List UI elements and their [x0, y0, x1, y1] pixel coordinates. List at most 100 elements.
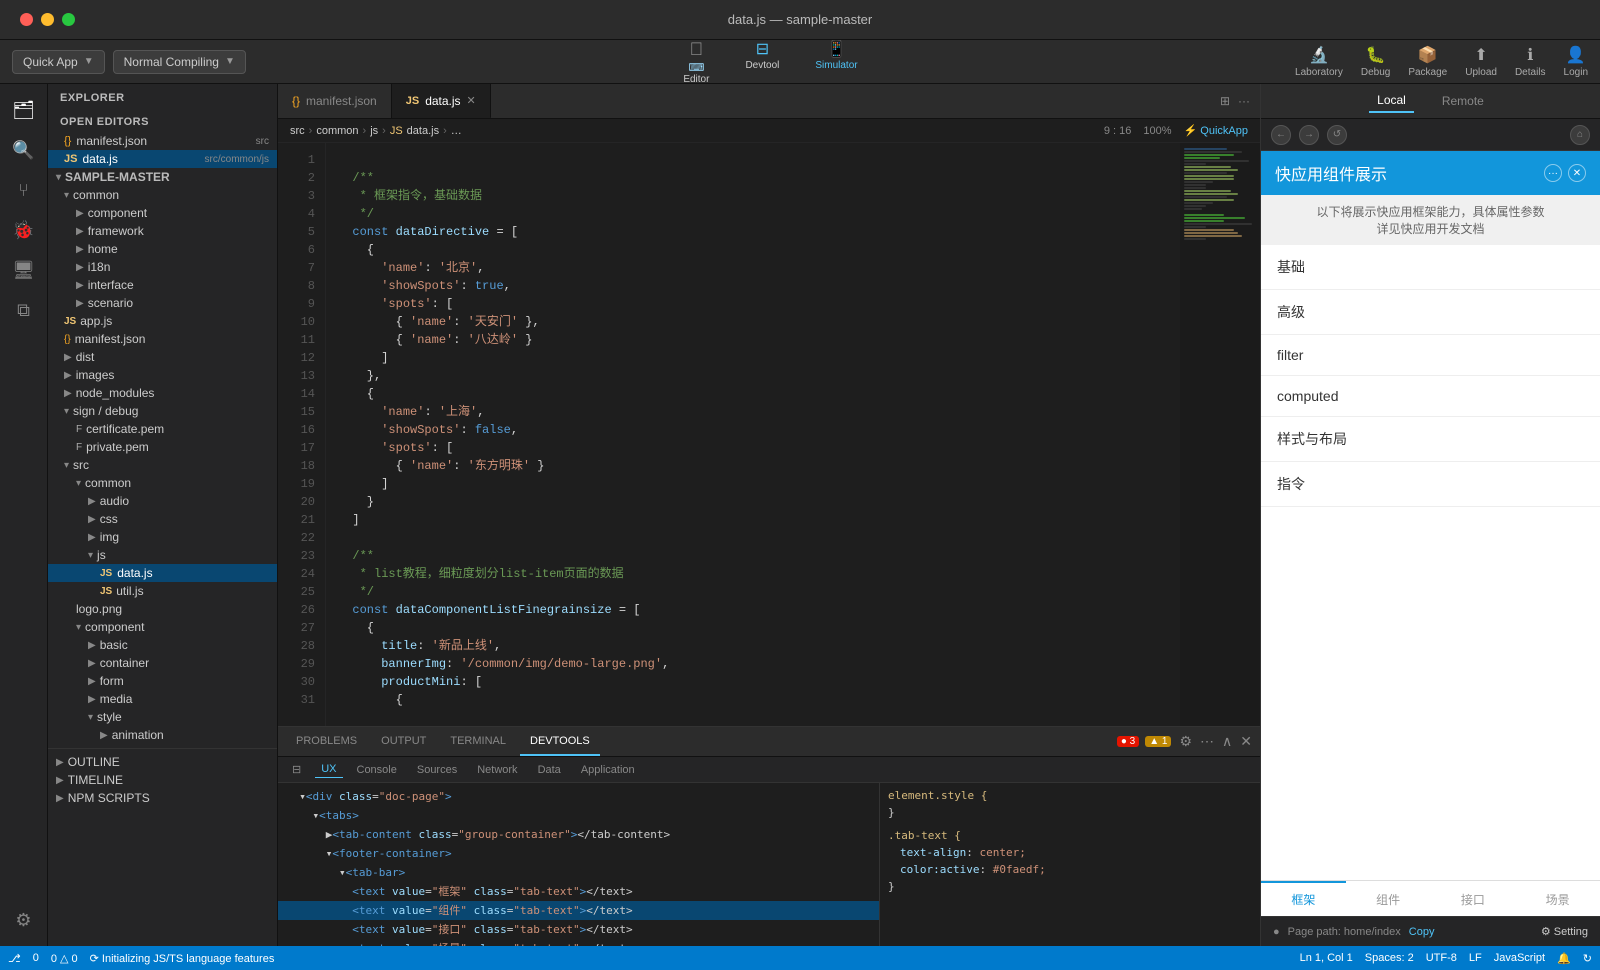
panel-tab-problems[interactable]: PROBLEMS: [286, 727, 367, 756]
tree-i18n[interactable]: ▶ i18n: [48, 258, 277, 276]
project-root[interactable]: ▾ SAMPLE-MASTER: [48, 168, 277, 186]
compiling-dropdown[interactable]: Normal Compiling ▼: [113, 50, 246, 74]
split-editor-icon[interactable]: ⊞: [1220, 94, 1230, 108]
tab-data-js[interactable]: JS data.js ✕: [392, 84, 491, 118]
devtools-tab-sources[interactable]: Sources: [411, 762, 463, 778]
panel-gear-icon[interactable]: ⚙: [1179, 733, 1192, 750]
tree-interface[interactable]: ▶ interface: [48, 276, 277, 294]
tree-animation[interactable]: ▶ animation: [48, 726, 277, 744]
tree-certificate[interactable]: F certificate.pem: [48, 420, 277, 438]
activity-debug[interactable]: 🐞: [6, 212, 42, 248]
activity-settings[interactable]: ⚙: [6, 902, 42, 938]
tree-media[interactable]: ▶ media: [48, 690, 277, 708]
package-action[interactable]: 📦 Package: [1408, 45, 1447, 78]
close-button[interactable]: [20, 13, 33, 26]
list-item-style[interactable]: 样式与布局: [1261, 417, 1600, 462]
debug-action[interactable]: 🐛 Debug: [1361, 45, 1390, 78]
panel-more-icon[interactable]: ⋯: [1200, 733, 1214, 750]
tab-editor[interactable]:  ⌨ Editor: [665, 35, 727, 89]
header-dot-more[interactable]: ···: [1544, 164, 1562, 182]
tree-dist[interactable]: ▶ dist: [48, 348, 277, 366]
tree-container[interactable]: ▶ container: [48, 654, 277, 672]
devtools-tab-console[interactable]: Console: [351, 762, 403, 778]
tree-home[interactable]: ▶ home: [48, 240, 277, 258]
list-item-computed[interactable]: computed: [1261, 376, 1600, 417]
tree-src-component[interactable]: ▾ component: [48, 618, 277, 636]
preview-refresh-button[interactable]: ↺: [1327, 125, 1347, 145]
devtools-tab-network[interactable]: Network: [471, 762, 523, 778]
tab-devtool[interactable]: ⊟ Devtool: [727, 35, 797, 89]
right-tab-remote[interactable]: Remote: [1434, 90, 1492, 112]
tab-simulator[interactable]: 📱 Simulator: [797, 35, 875, 89]
panel-tab-output[interactable]: OUTPUT: [371, 727, 436, 756]
tree-datajs[interactable]: JS data.js: [48, 564, 277, 582]
tree-logo[interactable]: logo.png: [48, 600, 277, 618]
upload-action[interactable]: ⬆ Upload: [1465, 45, 1497, 78]
list-item-advanced[interactable]: 高级: [1261, 290, 1600, 335]
quick-app-dropdown[interactable]: Quick App ▼: [12, 50, 105, 74]
more-actions-icon[interactable]: ···: [1238, 94, 1250, 108]
tree-common[interactable]: ▾ common: [48, 186, 277, 204]
open-file-manifest[interactable]: {} manifest.json src: [48, 132, 277, 150]
tab-manifest-json[interactable]: {} manifest.json: [278, 84, 392, 118]
laboratory-action[interactable]: 🔬 Laboratory: [1295, 45, 1343, 78]
maximize-button[interactable]: [62, 13, 75, 26]
list-item-filter[interactable]: filter: [1261, 335, 1600, 376]
window-controls[interactable]: [20, 13, 75, 26]
tree-utiljs[interactable]: JS util.js: [48, 582, 277, 600]
nav-item-framework[interactable]: 框架: [1261, 881, 1346, 916]
tree-form[interactable]: ▶ form: [48, 672, 277, 690]
activity-explorer[interactable]: 🗂: [6, 92, 42, 128]
tree-images[interactable]: ▶ images: [48, 366, 277, 384]
nav-item-interface[interactable]: 接口: [1431, 881, 1516, 916]
activity-remote[interactable]: 🖥: [6, 252, 42, 288]
tree-src[interactable]: ▾ src: [48, 456, 277, 474]
header-dot-close[interactable]: ✕: [1568, 164, 1586, 182]
tree-appjs[interactable]: JS app.js: [48, 312, 277, 330]
panel-tab-terminal[interactable]: TERMINAL: [440, 727, 516, 756]
tree-img[interactable]: ▶ img: [48, 528, 277, 546]
panel-tab-devtools[interactable]: DEVTOOLS: [520, 727, 600, 756]
tree-scenario[interactable]: ▶ scenario: [48, 294, 277, 312]
tree-basic[interactable]: ▶ basic: [48, 636, 277, 654]
activity-source-control[interactable]: ⑂: [6, 172, 42, 208]
details-action[interactable]: ℹ Details: [1515, 45, 1546, 78]
outline-section[interactable]: ▶ OUTLINE: [48, 753, 277, 771]
nav-item-component[interactable]: 组件: [1346, 881, 1431, 916]
preview-home-button[interactable]: ⌂: [1570, 125, 1590, 145]
minimize-button[interactable]: [41, 13, 54, 26]
tree-manifestjson[interactable]: {} manifest.json: [48, 330, 277, 348]
right-tab-local[interactable]: Local: [1369, 89, 1414, 113]
panel-close-icon[interactable]: ✕: [1240, 733, 1252, 750]
sync-icon[interactable]: ↻: [1583, 952, 1592, 965]
dom-panel[interactable]: ▾<div class="doc-page"> ▾<tabs> ▶<tab-co…: [278, 783, 880, 946]
tree-private[interactable]: F private.pem: [48, 438, 277, 456]
timeline-section[interactable]: ▶ TIMELINE: [48, 771, 277, 789]
tree-node-modules[interactable]: ▶ node_modules: [48, 384, 277, 402]
preview-forward-button[interactable]: →: [1299, 125, 1319, 145]
tree-js[interactable]: ▾ js: [48, 546, 277, 564]
devtools-tab-application[interactable]: Application: [575, 762, 641, 778]
list-item-basic[interactable]: 基础: [1261, 245, 1600, 290]
tree-sign-debug[interactable]: ▾ sign / debug: [48, 402, 277, 420]
panel-collapse-icon[interactable]: ∧: [1222, 733, 1232, 750]
preview-back-button[interactable]: ←: [1271, 125, 1291, 145]
nav-item-scenario[interactable]: 场景: [1515, 881, 1600, 916]
tree-css[interactable]: ▶ css: [48, 510, 277, 528]
code-editor[interactable]: /** * 框架指令，基础数据 */ const dataDirective =…: [326, 143, 1180, 726]
npm-scripts-section[interactable]: ▶ NPM SCRIPTS: [48, 789, 277, 807]
activity-extensions[interactable]: ⧉: [6, 292, 42, 328]
copy-link[interactable]: Copy: [1409, 926, 1435, 938]
activity-search[interactable]: 🔍: [6, 132, 42, 168]
tree-component[interactable]: ▶ component: [48, 204, 277, 222]
tree-src-common[interactable]: ▾ common: [48, 474, 277, 492]
devtools-filter-icon[interactable]: ⊟: [286, 761, 307, 778]
list-item-directive[interactable]: 指令: [1261, 462, 1600, 507]
open-file-data[interactable]: JS data.js src/common/js: [48, 150, 277, 168]
login-action[interactable]: 👤 Login: [1564, 45, 1588, 78]
devtools-tab-data[interactable]: Data: [532, 762, 567, 778]
close-tab-button[interactable]: ✕: [467, 94, 476, 107]
tree-audio[interactable]: ▶ audio: [48, 492, 277, 510]
devtools-tab-ux[interactable]: UX: [315, 761, 342, 778]
tree-framework[interactable]: ▶ framework: [48, 222, 277, 240]
